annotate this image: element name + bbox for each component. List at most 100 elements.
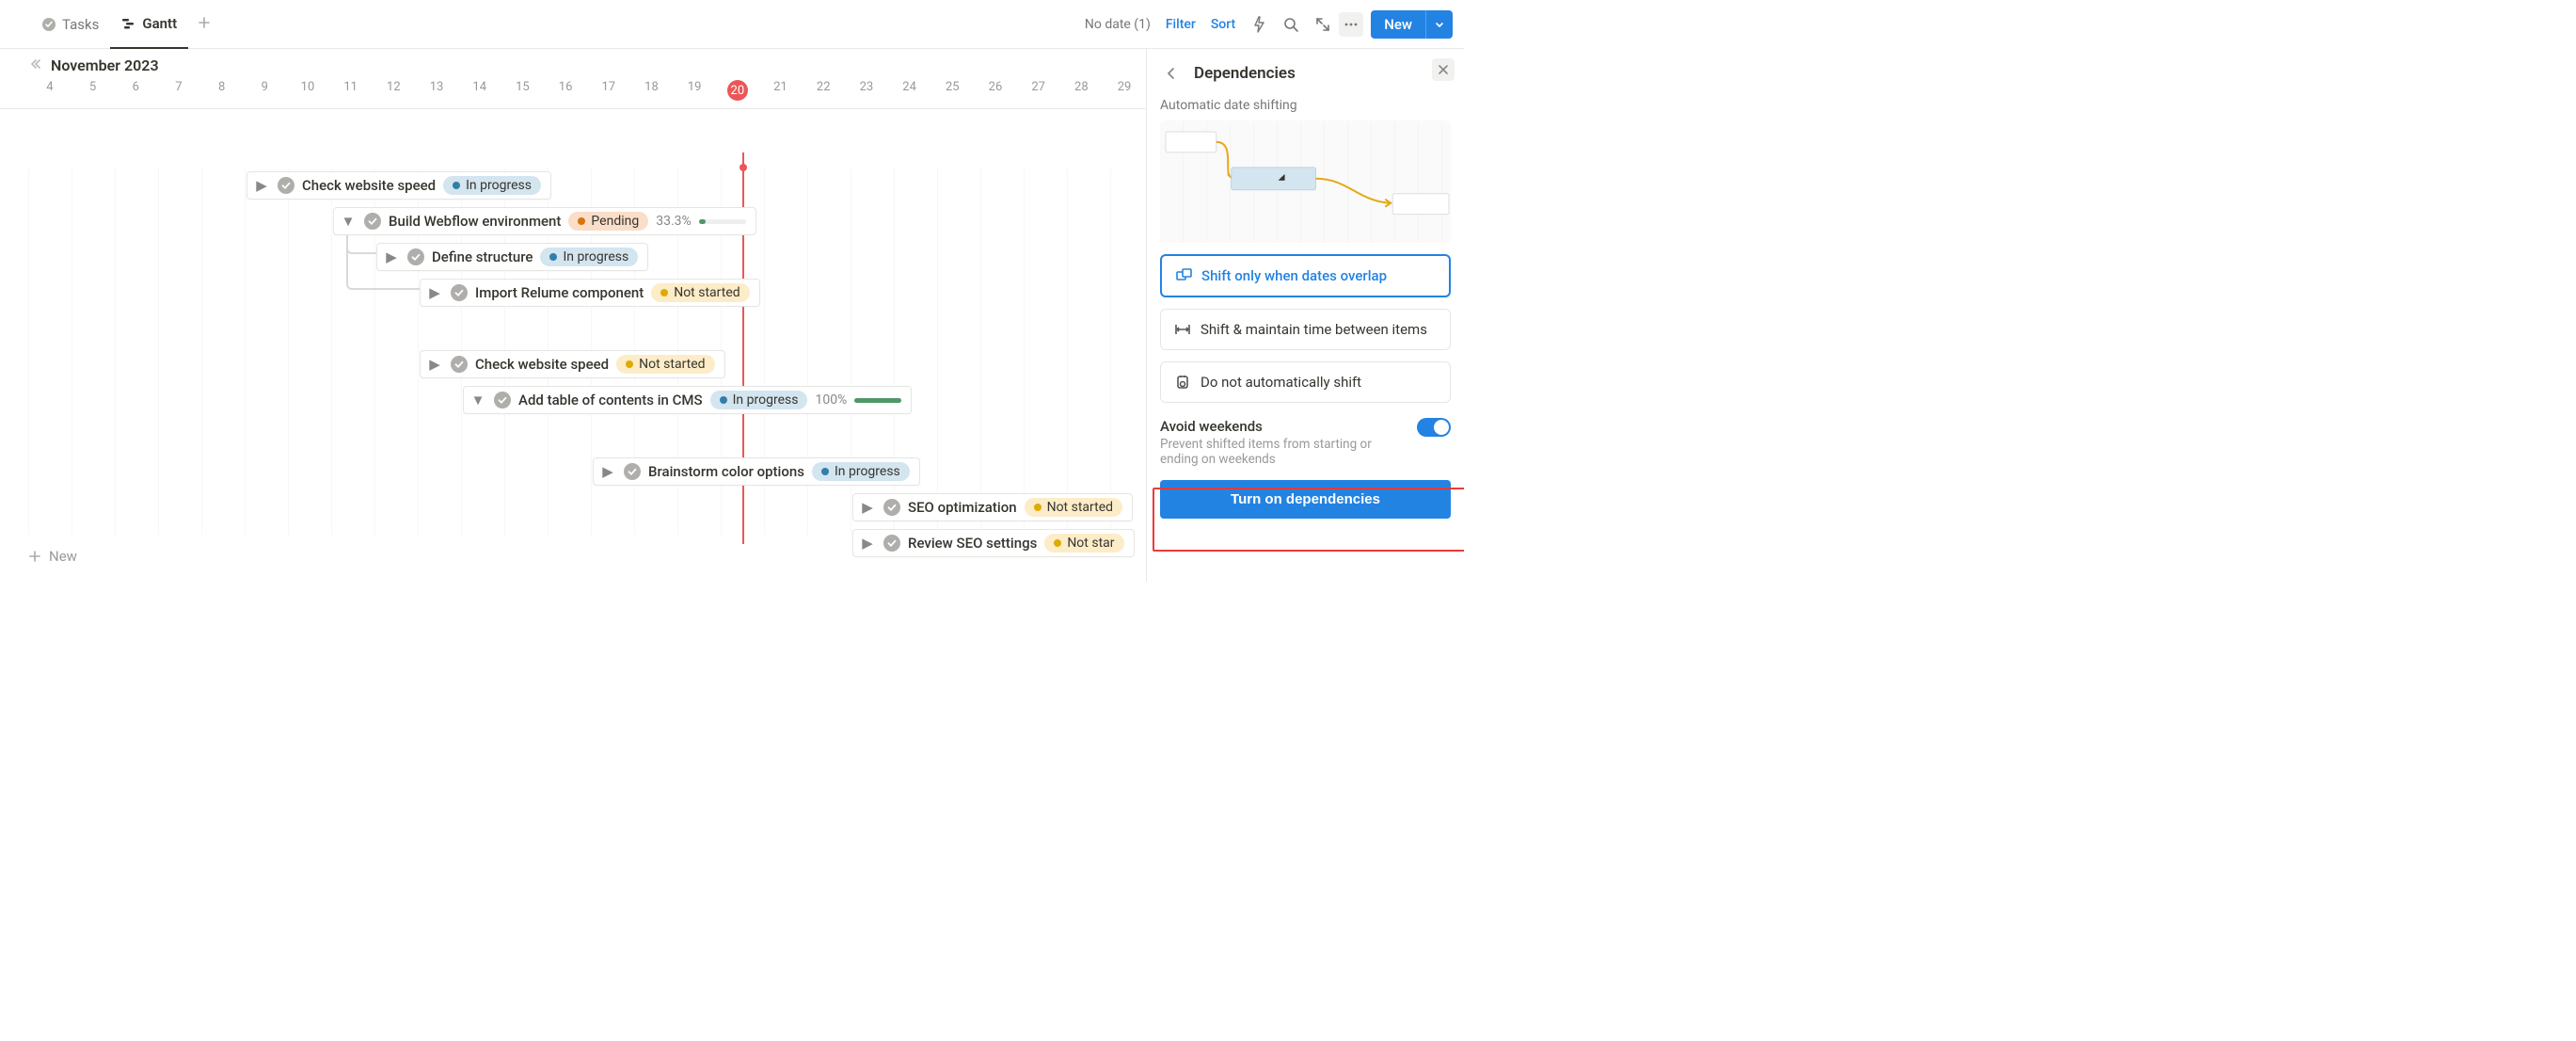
option-no-shift[interactable]: Do not automatically shift — [1160, 361, 1451, 403]
sort-button[interactable]: Sort — [1203, 11, 1243, 38]
date-cell: 12 — [373, 80, 416, 101]
date-cell: 18 — [630, 80, 674, 101]
chevron-down-icon[interactable]: ▼ — [469, 392, 486, 408]
date-cell: 15 — [501, 80, 545, 101]
new-button-dropdown[interactable] — [1425, 10, 1453, 39]
check-icon[interactable] — [883, 499, 900, 516]
date-cell: 14 — [458, 80, 501, 101]
check-icon[interactable] — [624, 463, 641, 480]
date-cell: 20 — [716, 80, 759, 101]
task-card[interactable]: ▶Define structureIn progress — [376, 243, 648, 271]
date-cell: 17 — [587, 80, 630, 101]
date-cell: 21 — [759, 80, 803, 101]
more-button[interactable] — [1339, 12, 1363, 37]
task-card[interactable]: ▶ SEO optimization Not started — [852, 493, 1133, 521]
new-button-label[interactable]: New — [1371, 10, 1425, 39]
date-cell: 23 — [845, 80, 888, 101]
date-cell: 22 — [802, 80, 845, 101]
date-cell: 27 — [1017, 80, 1060, 101]
status-badge: In progress — [812, 462, 910, 481]
turn-on-dependencies-button[interactable]: Turn on dependencies — [1160, 480, 1451, 519]
new-task-row[interactable]: New — [28, 548, 77, 565]
month-label: November 2023 — [51, 56, 159, 74]
tab-gantt[interactable]: Gantt — [110, 0, 188, 49]
avoid-title: Avoid weekends — [1160, 418, 1406, 435]
search-button[interactable] — [1275, 10, 1307, 39]
task-card[interactable]: ▼Build Webflow environmentPending33.3% — [333, 207, 756, 235]
task-title: Check website speed — [475, 356, 609, 373]
task-card[interactable]: ▶ Brainstorm color options In progress — [593, 457, 920, 486]
option-label: Shift & maintain time between items — [1201, 321, 1427, 338]
task-title: Review SEO settings — [908, 535, 1037, 552]
task-title: SEO optimization — [908, 499, 1017, 516]
status-badge: In progress — [710, 391, 808, 409]
no-date-indicator[interactable]: No date (1) — [1077, 11, 1158, 38]
check-icon[interactable] — [407, 248, 424, 265]
progress-bar — [854, 398, 901, 403]
check-icon[interactable] — [494, 392, 511, 408]
date-cell: 13 — [415, 80, 458, 101]
task-card[interactable]: ▼Add table of contents in CMSIn progress… — [463, 386, 912, 414]
avoid-subtitle: Prevent shifted items from starting or e… — [1160, 437, 1406, 467]
date-cell: 24 — [888, 80, 931, 101]
status-badge: Not started — [1025, 498, 1122, 517]
option-label: Do not automatically shift — [1201, 374, 1361, 391]
check-icon[interactable] — [883, 535, 900, 552]
task-card[interactable]: ▶Review SEO settingsNot star — [852, 529, 1135, 557]
dependencies-panel: Dependencies Automatic date shifting Shi… — [1146, 49, 1464, 582]
progress-percent: 100% — [815, 392, 847, 408]
chevron-right-icon[interactable]: ▶ — [859, 499, 876, 516]
chevron-right-icon[interactable]: ▶ — [253, 177, 270, 194]
check-icon[interactable] — [278, 177, 294, 194]
date-cell: 25 — [930, 80, 974, 101]
filter-button[interactable]: Filter — [1158, 11, 1203, 38]
check-icon[interactable] — [451, 356, 468, 373]
date-cell: 29 — [1103, 80, 1146, 101]
check-icon[interactable] — [451, 284, 468, 301]
date-cell: 19 — [673, 80, 716, 101]
option-maintain-gap[interactable]: Shift & maintain time between items — [1160, 309, 1451, 350]
task-title: Brainstorm color options — [648, 463, 804, 480]
date-cell: 8 — [200, 80, 244, 101]
task-title: Import Relume component — [475, 284, 644, 301]
date-cell: 11 — [329, 80, 373, 101]
today-dot — [739, 164, 747, 171]
chevron-right-icon[interactable]: ▶ — [859, 535, 876, 552]
new-button[interactable]: New — [1371, 10, 1453, 39]
gantt-area: November 2023 45678910111213141516171819… — [0, 49, 1146, 582]
chevron-right-icon[interactable]: ▶ — [426, 356, 443, 373]
tab-label: Tasks — [62, 16, 99, 33]
chevron-right-icon[interactable]: ▶ — [426, 284, 443, 301]
check-icon[interactable] — [364, 213, 381, 230]
expand-button[interactable] — [1307, 10, 1339, 39]
add-tab-button[interactable] — [188, 16, 220, 33]
collapse-month-icon[interactable] — [28, 56, 41, 74]
date-cell: 9 — [243, 80, 286, 101]
task-title: Define structure — [432, 248, 533, 265]
status-badge: Not started — [616, 355, 714, 374]
chevron-right-icon[interactable]: ▶ — [599, 463, 616, 480]
task-title: Check website speed — [302, 177, 436, 194]
close-icon[interactable] — [1432, 58, 1455, 81]
task-card[interactable]: ▶Import Relume componentNot started — [420, 279, 760, 307]
back-icon[interactable] — [1160, 62, 1183, 85]
chevron-down-icon[interactable]: ▼ — [340, 213, 357, 230]
option-shift-overlap[interactable]: Shift only when dates overlap — [1160, 254, 1451, 297]
shift-illustration — [1160, 120, 1451, 243]
tab-tasks[interactable]: Tasks — [30, 0, 110, 49]
progress-bar — [699, 219, 746, 224]
panel-header: Dependencies — [1160, 62, 1451, 85]
date-cell: 16 — [544, 80, 587, 101]
chevron-right-icon[interactable]: ▶ — [383, 248, 400, 265]
topbar: Tasks Gantt No date (1) Filter Sort New — [0, 0, 1464, 49]
automation-button[interactable] — [1243, 10, 1275, 39]
avoid-weekends-toggle[interactable] — [1417, 418, 1451, 437]
gantt-icon — [121, 16, 136, 31]
avoid-weekends-row: Avoid weekends Prevent shifted items fro… — [1160, 418, 1451, 467]
date-cell: 5 — [72, 80, 115, 101]
task-card[interactable]: ▶ Check website speed Not started — [420, 350, 725, 378]
date-cell: 26 — [974, 80, 1017, 101]
task-card[interactable]: ▶ Check website speed In progress — [246, 171, 551, 200]
status-badge: In progress — [443, 176, 541, 195]
task-title: Build Webflow environment — [389, 213, 561, 230]
